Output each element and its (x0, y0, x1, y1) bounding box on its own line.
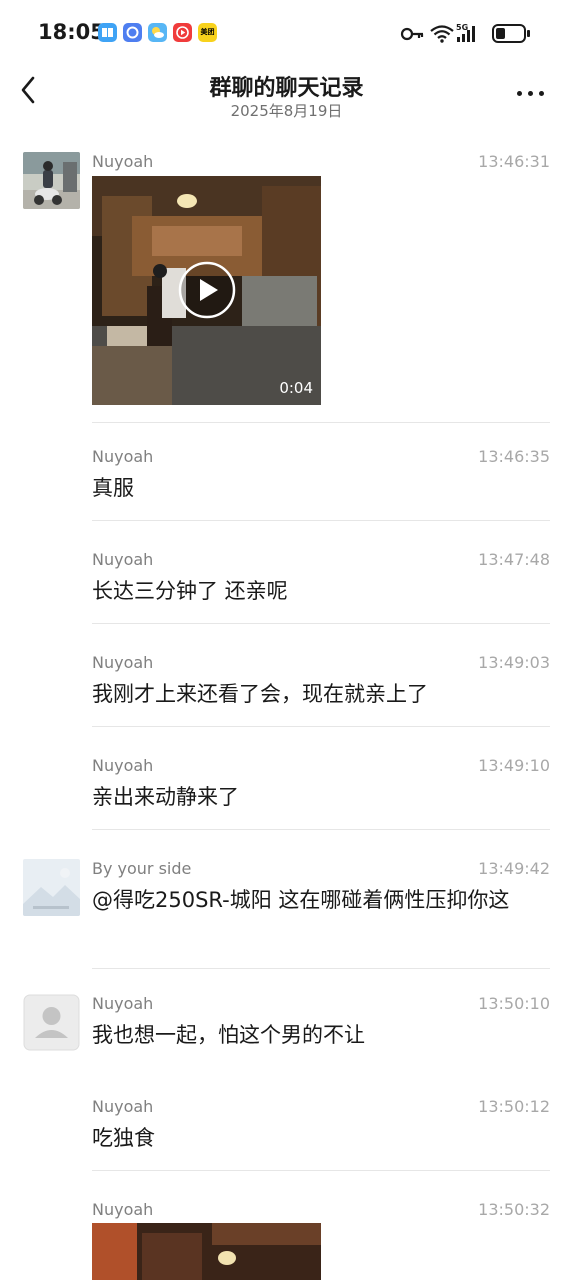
message-time: 13:46:35 (478, 447, 550, 466)
message-text: 吃独食 (92, 1126, 155, 1150)
divider (92, 968, 550, 969)
message-time: 13:50:10 (478, 994, 550, 1013)
message-time: 13:49:03 (478, 653, 550, 672)
video-duration: 0:04 (279, 379, 313, 397)
chat-record-list[interactable]: Nuyoah 13:46:31 0:04 Nuyoah 13:46:35 真服 … (0, 130, 573, 1280)
list-item: Nuyoah 13:47:48 长达三分钟了 还亲呢 (0, 550, 573, 630)
sender-name: Nuyoah (92, 550, 154, 569)
divider (92, 623, 550, 624)
divider (92, 1170, 550, 1171)
meituan-icon: 美团 (198, 23, 217, 42)
list-item: Nuyoah 13:46:31 0:04 (0, 152, 573, 423)
message-text: @得吃250SR-城阳 这在哪碰着俩性压抑你这 (92, 888, 510, 912)
list-item: Nuyoah 13:49:10 亲出来动静来了 (0, 756, 573, 836)
avatar[interactable] (23, 152, 80, 209)
message-time: 13:50:12 (478, 1097, 550, 1116)
message-text: 我也想一起，怕这个男的不让 (92, 1023, 365, 1047)
sender-name: Nuyoah (92, 447, 154, 466)
weather-icon (148, 23, 167, 42)
sender-name: Nuyoah (92, 1200, 154, 1219)
more-dot (539, 91, 544, 96)
nav-bar: 群聊的聊天记录 2025年8月19日 (0, 64, 573, 130)
divider (92, 422, 550, 423)
sender-name: Nuyoah (92, 653, 154, 672)
sender-name: Nuyoah (92, 994, 154, 1013)
avatar[interactable] (23, 994, 80, 1051)
message-time: 13:49:10 (478, 756, 550, 775)
list-item: Nuyoah 13:50:12 吃独食 (0, 1097, 573, 1177)
video-app-icon (173, 23, 192, 42)
message-time: 13:50:32 (478, 1200, 550, 1219)
video-thumbnail[interactable] (92, 1223, 321, 1280)
vpn-key-icon (400, 27, 424, 41)
video-thumbnail[interactable]: 0:04 (92, 176, 321, 405)
sender-name: Nuyoah (92, 1097, 154, 1116)
divider (92, 829, 550, 830)
status-time: 18:05 (38, 20, 105, 44)
sender-name: Nuyoah (92, 152, 154, 171)
message-text: 长达三分钟了 还亲呢 (92, 579, 288, 603)
page-subtitle-date: 2025年8月19日 (230, 102, 343, 120)
message-time: 13:47:48 (478, 550, 550, 569)
reader-icon (98, 23, 117, 42)
more-options-button[interactable] (517, 84, 549, 102)
wifi-icon (430, 25, 454, 43)
list-item: Nuyoah 13:50:10 我也想一起，怕这个男的不让 (0, 994, 573, 1074)
list-item: Nuyoah 13:46:35 真服 (0, 447, 573, 527)
list-item: Nuyoah 13:49:03 我刚才上来还看了会，现在就亲上了 (0, 653, 573, 733)
more-dot (528, 91, 533, 96)
divider (92, 520, 550, 521)
message-time: 13:49:42 (478, 859, 550, 878)
sender-name: Nuyoah (92, 756, 154, 775)
message-text: 我刚才上来还看了会，现在就亲上了 (92, 682, 428, 706)
sender-name: By your side (92, 859, 192, 878)
battery-icon (492, 24, 530, 43)
more-dots-icon (517, 91, 522, 96)
signal-icon: 5G (456, 23, 475, 42)
system-indicators: 5G (397, 22, 537, 44)
status-bar: 18:05 美团 5G (0, 0, 573, 64)
svg-text:5G: 5G (456, 23, 468, 32)
list-item: Nuyoah 13:50:32 (0, 1200, 573, 1280)
page-title: 群聊的聊天记录 (209, 76, 364, 101)
message-text: 真服 (92, 476, 134, 500)
divider (92, 726, 550, 727)
browser-icon (123, 23, 142, 42)
play-icon[interactable] (178, 261, 236, 319)
message-time: 13:46:31 (478, 152, 550, 171)
avatar[interactable] (23, 859, 80, 916)
list-item: By your side 13:49:42 @得吃250SR-城阳 这在哪碰着俩… (0, 859, 573, 974)
message-text: 亲出来动静来了 (92, 785, 239, 809)
